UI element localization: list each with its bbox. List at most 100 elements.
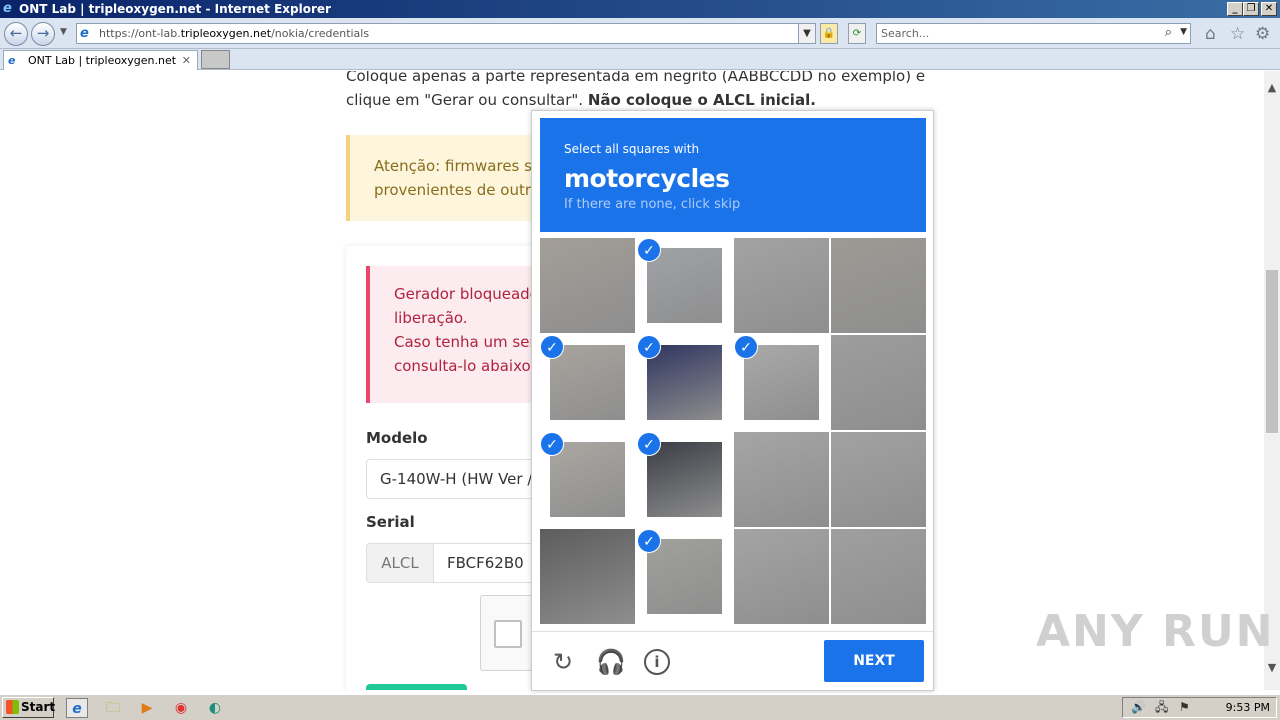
challenge-tile[interactable] [831,529,926,624]
explorer-folder-icon[interactable]: 🗀 [102,698,124,718]
vertical-scrollbar[interactable]: ▲ ▼ [1264,71,1280,690]
tile-image [550,345,625,420]
tile-image [744,345,819,420]
tile-image [734,529,829,624]
challenge-hint: If there are none, click skip [564,197,741,212]
tile-image [831,238,926,333]
volume-icon[interactable]: 🔊 [1131,698,1146,717]
minimize-button[interactable]: _ [1227,2,1243,16]
start-button[interactable]: Start [2,697,56,718]
edge-icon[interactable]: ◐ [204,698,226,718]
start-label: Start [21,700,56,714]
tile-image [647,539,722,614]
submit-button[interactable] [366,684,467,690]
chrome-icon[interactable]: ◉ [170,698,192,718]
error-text-line3: Caso tenha um seria [394,333,549,351]
intro-text-line2: clique em "Gerar ou consultar". Não colo… [346,91,816,109]
error-text-line4: consulta-lo abaixo s [394,357,544,375]
ie-logo-icon: e [3,1,12,16]
serial-prefix-addon: ALCL [366,543,434,583]
challenge-tile[interactable] [831,238,926,333]
challenge-tile[interactable] [734,238,829,333]
lock-icon[interactable]: 🔒 [820,23,838,44]
url-text[interactable]: https://ont-lab.tripleoxygen.net/nokia/c… [99,24,369,43]
challenge-tile[interactable] [831,432,926,527]
tile-selected-check-icon: ✓ [637,529,661,553]
system-tray: 🔊 🖧 ⚑ 9:53 PM [1122,697,1277,718]
taskbar: Start e 🗀 ▶ ◉ ◐ 🔊 🖧 ⚑ 9:53 PM [0,694,1280,720]
history-dropdown-icon[interactable]: ▼ [60,27,67,37]
windows-logo-icon [6,700,19,714]
tile-image [734,432,829,527]
tile-image [831,335,926,430]
info-icon[interactable]: i [644,649,670,675]
network-icon[interactable]: 🖧 [1155,698,1168,717]
model-select[interactable]: G-140W-H (HW Ver / [366,459,546,499]
next-button[interactable]: NEXT [824,640,924,682]
warning-text-line2: provenientes de outro [374,181,540,199]
challenge-target: motorcycles [564,164,730,193]
challenge-tile[interactable] [540,529,635,624]
scroll-up-icon[interactable]: ▲ [1264,81,1280,97]
back-button[interactable]: ← [4,22,28,46]
tile-selected-check-icon: ✓ [637,238,661,262]
ie-taskbar-icon[interactable]: e [66,698,88,718]
tile-image [540,529,635,624]
captcha-challenge-popup: Select all squares with motorcycles If t… [531,110,934,691]
close-window-button[interactable]: ✕ [1261,2,1277,16]
tile-selected-check-icon: ✓ [637,335,661,359]
tile-image [550,442,625,517]
warning-text-line1: Atenção: firmwares ser [374,157,548,175]
tab-row: e ONT Lab | tripleoxygen.net ✕ [0,49,1280,70]
tab-favicon-icon: e [8,54,16,67]
tile-selected-check-icon: ✓ [540,335,564,359]
challenge-tile[interactable] [540,238,635,333]
challenge-header: Select all squares with motorcycles If t… [540,118,926,232]
tile-image [647,248,722,323]
search-icon[interactable]: ⌕ [1165,25,1172,40]
clock[interactable]: 9:53 PM [1226,698,1270,717]
action-center-flag-icon[interactable]: ⚑ [1179,698,1190,717]
window-titlebar: e ONT Lab | tripleoxygen.net - Internet … [0,0,1280,18]
serial-input[interactable]: FBCF62B0 [433,543,546,583]
audio-challenge-headphones-icon[interactable]: 🎧 [596,648,626,676]
tile-image [831,529,926,624]
home-icon[interactable]: ⌂ [1205,24,1216,44]
warning-alert: Atenção: firmwares ser provenientes de o… [346,135,548,221]
tile-selected-check-icon: ✓ [637,432,661,456]
window-title: ONT Lab | tripleoxygen.net - Internet Ex… [19,2,331,16]
favorites-star-icon[interactable]: ☆ [1230,24,1245,44]
error-text-line2: liberação. [394,309,468,327]
intro-text-line1: Coloque apenas a parte representada em n… [346,71,926,85]
error-alert: Gerador bloqueado liberação. Caso tenha … [366,266,549,403]
serial-label: Serial [366,513,415,531]
page-icon: e [80,26,89,41]
media-player-icon[interactable]: ▶ [136,698,158,718]
tab-ont-lab[interactable]: e ONT Lab | tripleoxygen.net ✕ [3,50,198,70]
challenge-tile[interactable] [734,529,829,624]
challenge-instruction: Select all squares with [564,142,700,156]
scroll-down-icon[interactable]: ▼ [1264,661,1280,677]
scrollbar-thumb[interactable] [1266,270,1278,433]
tile-image [540,238,635,333]
search-dropdown-icon[interactable]: ▼ [1180,27,1187,37]
refresh-challenge-icon[interactable]: ↻ [549,648,577,676]
address-dropdown-button[interactable]: ▼ [798,23,816,44]
tab-label: ONT Lab | tripleoxygen.net [28,54,177,67]
forward-button[interactable]: → [31,22,55,46]
address-bar[interactable]: e https://ont-lab.tripleoxygen.net/nokia… [76,23,816,44]
tile-selected-check-icon: ✓ [540,432,564,456]
tile-image [647,442,722,517]
search-input[interactable]: Search... ⌕ ▼ [876,23,1191,44]
maximize-button[interactable]: ❐ [1243,2,1259,16]
new-tab-button[interactable] [201,50,230,69]
anyrun-watermark: ANY RUN [1036,606,1275,657]
settings-gear-icon[interactable]: ⚙ [1255,24,1270,44]
challenge-tile[interactable] [734,432,829,527]
tab-close-icon[interactable]: ✕ [182,51,191,70]
refresh-button[interactable]: ⟳ [848,23,866,44]
captcha-checkbox[interactable] [494,620,522,648]
challenge-tile[interactable] [831,335,926,430]
model-label: Modelo [366,429,428,447]
tile-image [647,345,722,420]
